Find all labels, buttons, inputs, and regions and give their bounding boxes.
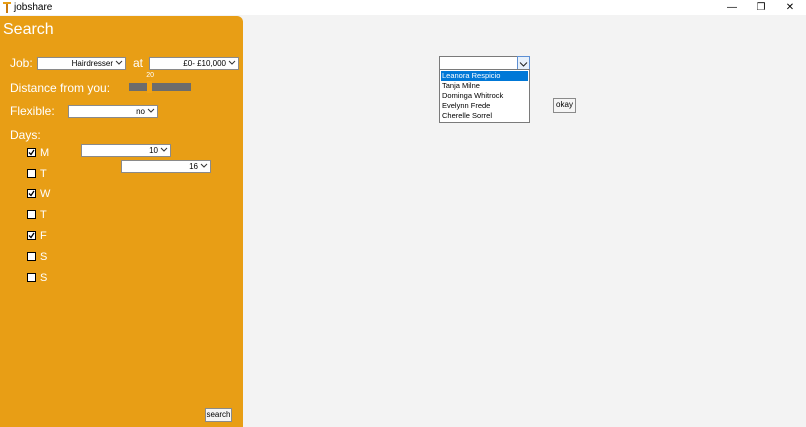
day-label: F [40,230,47,242]
check-icon [28,232,35,239]
salary-select-value: £0- £10,000 [183,59,226,68]
chevron-down-icon [228,60,236,65]
close-button[interactable]: ✕ [777,0,803,15]
day-checkbox[interactable] [27,231,36,240]
day-label: S [40,272,48,284]
day-checkbox[interactable] [27,169,36,178]
salary-select[interactable]: £0- £10,000 [149,57,239,70]
check-icon [28,190,35,197]
search-button[interactable]: search [205,408,232,422]
day-checkbox[interactable] [27,273,36,282]
chevron-down-icon [147,108,155,113]
window-title: jobshare [14,2,53,13]
job-select-value: Hairdresser [71,59,113,68]
distance-label: Distance from you: [10,81,111,95]
day-label: S [40,251,48,263]
distance-slider-thumb[interactable] [147,81,153,93]
okay-button[interactable]: okay [553,98,576,113]
list-item[interactable]: Evelynn Frede [441,101,528,111]
day-checkbox[interactable] [27,210,36,219]
maximize-button[interactable]: ❐ [748,0,774,15]
combo-dropdown-button[interactable] [517,56,530,70]
check-icon [28,149,35,156]
chevron-down-icon [160,147,168,152]
flexible-label: Flexible: [10,104,55,118]
day-checkbox[interactable] [27,252,36,261]
start-time-value: 10 [149,146,158,155]
job-label: Job: [10,56,33,70]
title-bar: jobshare — ❐ ✕ [0,0,806,15]
minimize-button[interactable]: — [719,0,745,15]
days-label: Days: [10,128,41,142]
flexible-select-value: no [136,107,145,116]
day-label: T [40,209,47,221]
end-time-select[interactable]: 16 [121,160,211,173]
job-select[interactable]: Hairdresser [37,57,126,70]
day-checkbox[interactable] [27,189,36,198]
list-item[interactable]: Cherelle Sorrel [441,111,528,121]
panel-title: Search [3,21,54,38]
app-icon [3,2,11,13]
list-item[interactable]: Leanora Respicio [441,71,528,81]
chevron-down-icon [200,163,208,168]
distance-value: 20 [146,72,155,79]
day-label: W [40,188,51,200]
day-checkbox[interactable] [27,148,36,157]
start-time-select[interactable]: 10 [81,144,171,157]
person-listbox[interactable]: Leanora Respicio Tanja Milne Dominga Whi… [439,69,530,123]
day-label: M [40,147,50,159]
search-panel [0,16,243,427]
distance-slider[interactable] [129,83,191,91]
chevron-down-icon [115,60,123,65]
list-item[interactable]: Dominga Whitrock [441,91,528,101]
list-item[interactable]: Tanja Milne [441,81,528,91]
end-time-value: 16 [189,162,198,171]
day-label: T [40,168,47,180]
at-label: at [133,56,144,70]
flexible-select[interactable]: no [68,105,158,118]
